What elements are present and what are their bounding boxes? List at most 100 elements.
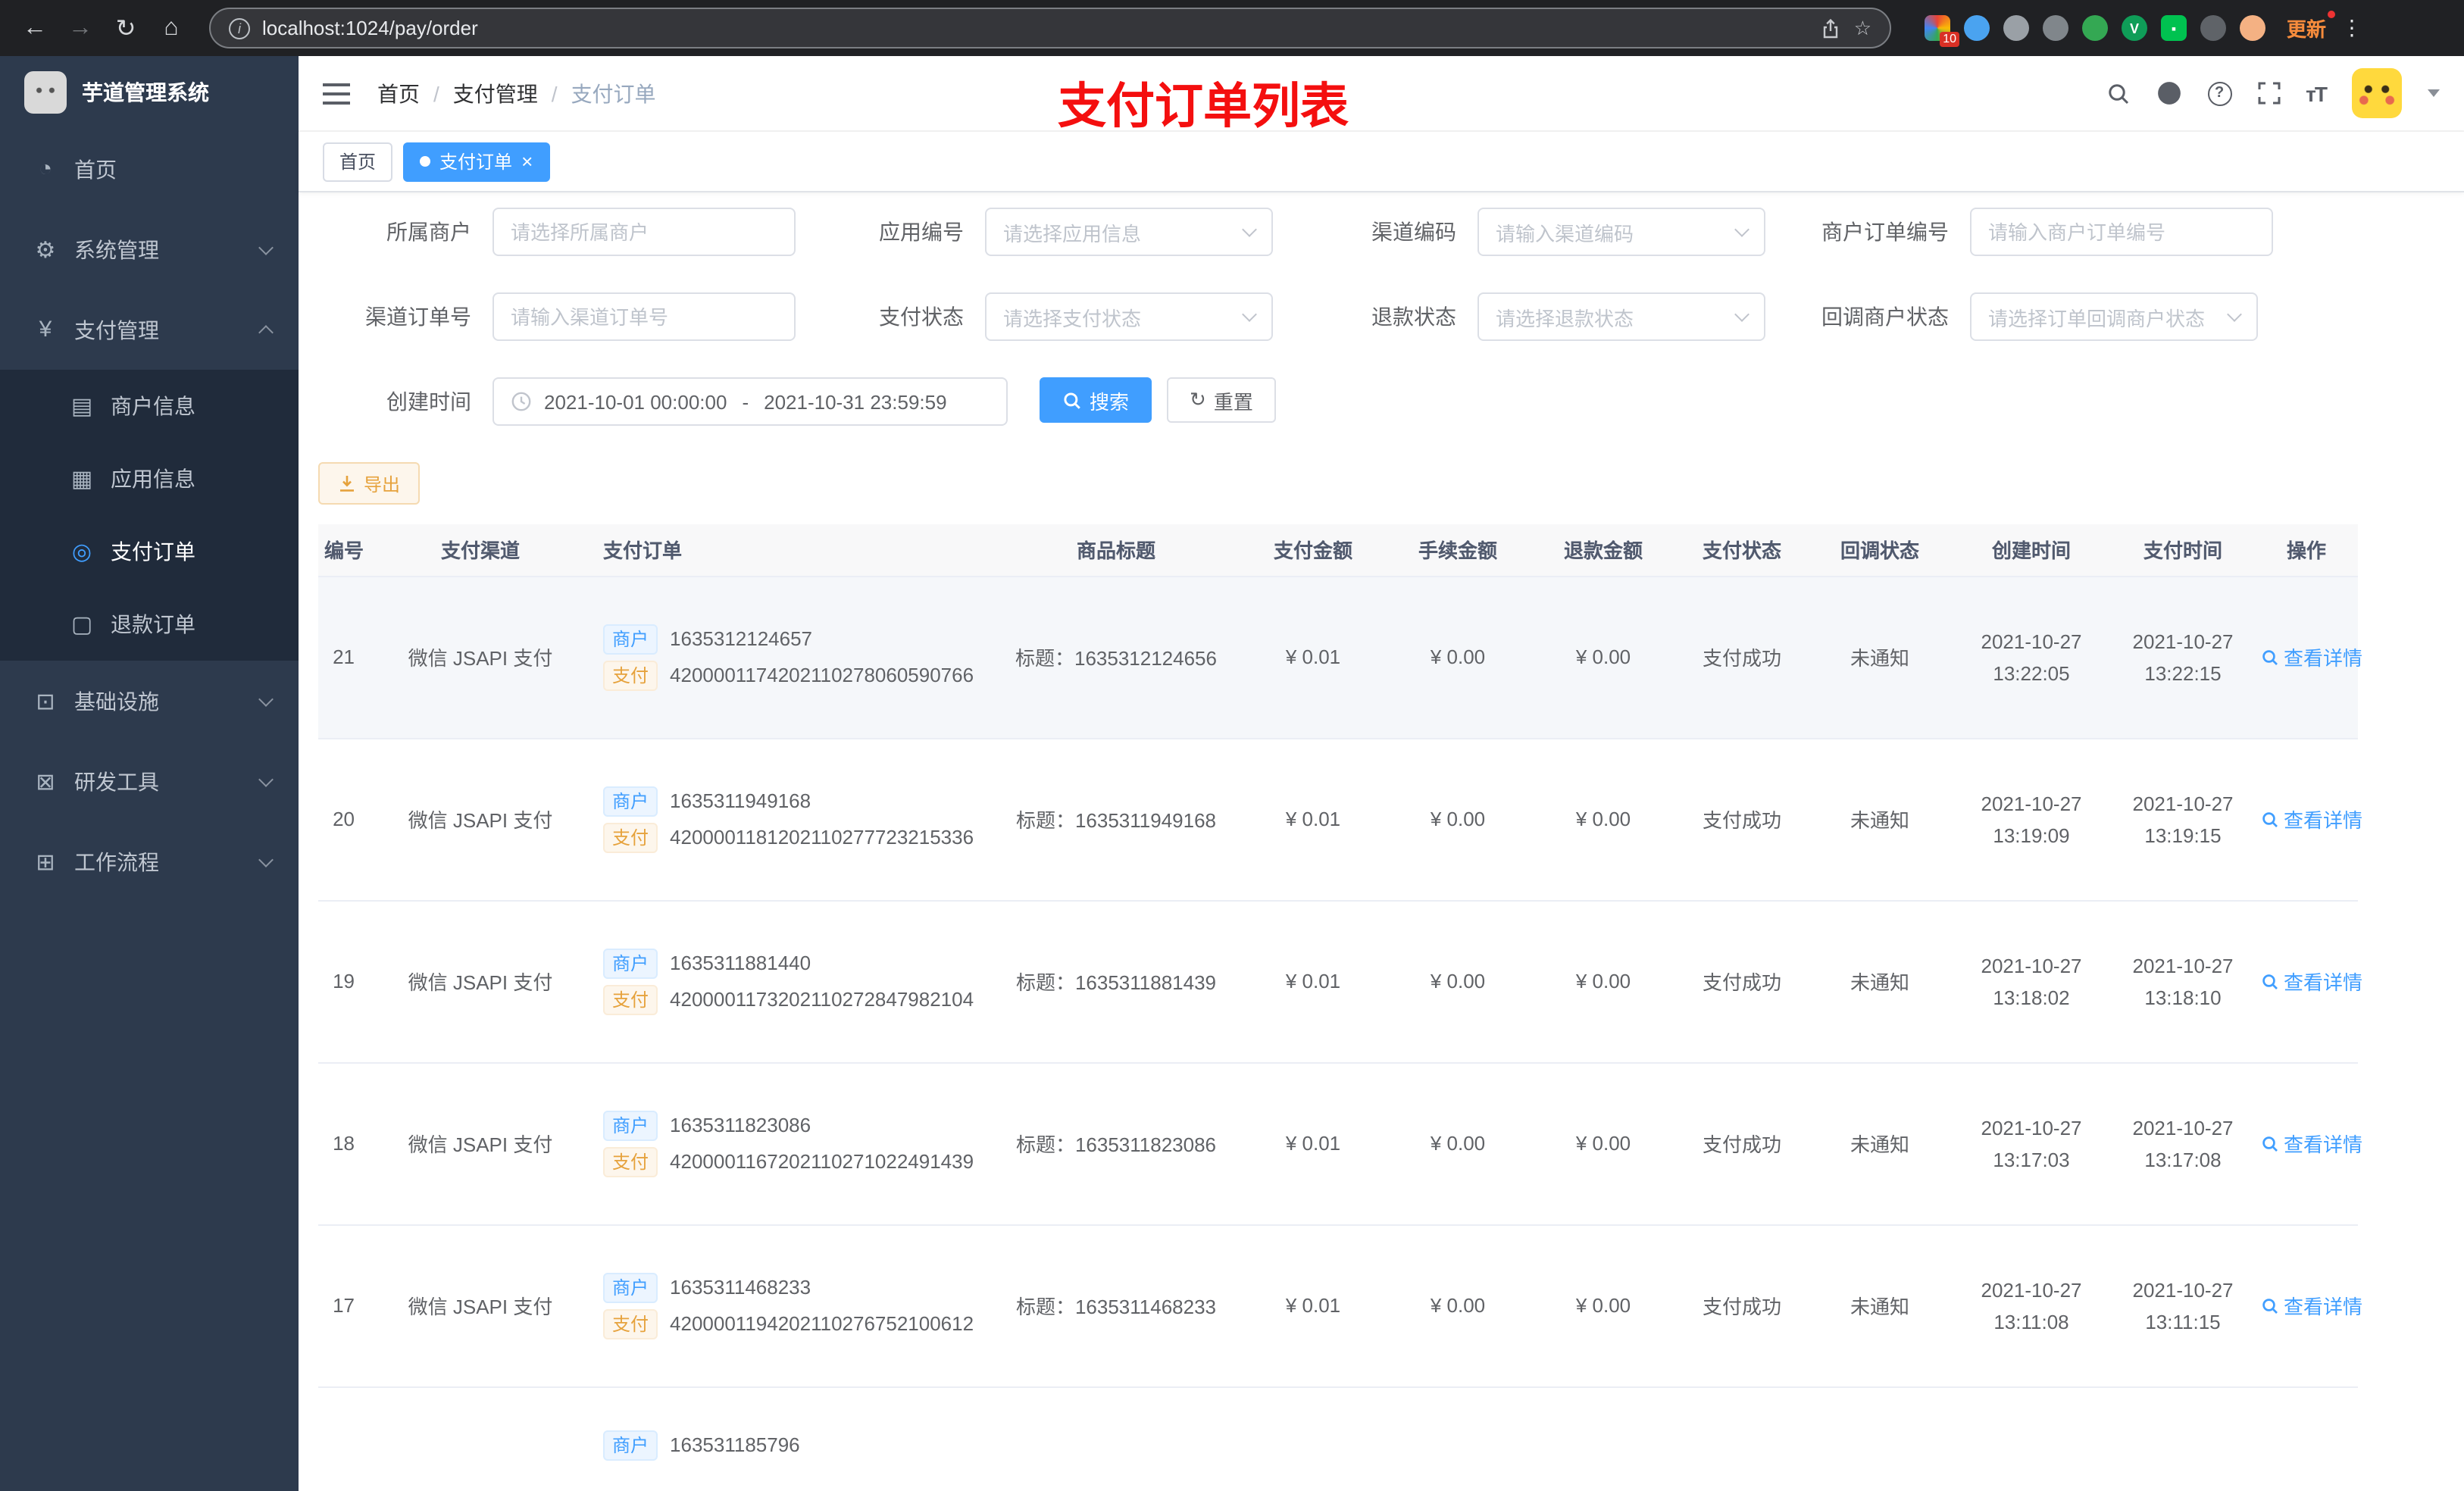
- browser-update-button[interactable]: 更新: [2287, 11, 2336, 42]
- cell-title: 标题：1635311881439: [991, 900, 1241, 1063]
- browser-menu-icon[interactable]: ⋮: [2332, 15, 2372, 41]
- cell-order: 商户 1635311823086 支付 4200001167202110271022…: [594, 1062, 991, 1225]
- view-detail-link[interactable]: 查看详情: [2261, 642, 2362, 671]
- extension-gray2-icon[interactable]: [2043, 15, 2068, 41]
- cell-fee: ¥ 0.00: [1385, 738, 1531, 901]
- sidebar-item-dev-tools[interactable]: ⊠ 研发工具: [0, 741, 299, 821]
- extension-face-icon[interactable]: [2240, 15, 2265, 41]
- view-detail-link[interactable]: 查看详情: [2261, 1291, 2362, 1320]
- merchant-tag: 商户: [603, 1430, 658, 1460]
- sidebar-item-merchant-info[interactable]: ▤ 商户信息: [0, 370, 299, 442]
- sidebar-item-pay-order[interactable]: ◎ 支付订单: [0, 515, 299, 588]
- table-row: 18 微信 JSAPI 支付 商户 1635311823086 支付 4200001…: [318, 1062, 2362, 1225]
- notify-status-select[interactable]: 请选择订单回调商户状态: [1970, 292, 2258, 341]
- browser-home-button[interactable]: ⌂: [152, 8, 191, 48]
- cell-created: 2021-10-27 13:11:08: [1952, 1224, 2111, 1387]
- date-start-value[interactable]: 2021-10-01 00:00:00: [544, 390, 727, 413]
- extension-colorful-icon[interactable]: 10: [1925, 15, 1959, 47]
- created-time-range-picker[interactable]: 2021-10-01 00:00:00 - 2021-10-31 23:59:5…: [492, 377, 1008, 426]
- cell-title: 标题：1635311468233: [991, 1224, 1241, 1387]
- cell-order: 商户 1635311949168 支付 4200001181202110277723…: [594, 738, 991, 901]
- view-detail-link[interactable]: 查看详情: [2261, 1129, 2362, 1158]
- top-navbar: 首页 / 支付管理 / 支付订单 ? тT: [299, 56, 2464, 132]
- sidebar-item-home[interactable]: ◔ 首页: [0, 129, 299, 209]
- view-detail-link[interactable]: 查看详情: [2261, 967, 2362, 996]
- chevron-down-icon: [2227, 307, 2242, 322]
- cell-order: 商户 1635311881440 支付 4200001173202110272847…: [594, 900, 991, 1063]
- view-detail-link[interactable]: 查看详情: [2261, 805, 2362, 833]
- sidebar-item-system[interactable]: ⚙ 系统管理: [0, 209, 299, 289]
- breadcrumb: 首页 / 支付管理 / 支付订单: [377, 78, 656, 108]
- export-button[interactable]: 导出: [318, 462, 421, 505]
- sidebar-fold-icon[interactable]: [323, 83, 350, 104]
- sidebar-item-app-info[interactable]: ▦ 应用信息: [0, 442, 299, 515]
- date-end-value[interactable]: 2021-10-31 23:59:59: [764, 390, 946, 413]
- cell-channel: 微信 JSAPI 支付: [367, 576, 594, 739]
- address-bar[interactable]: i localhost:1024/pay/order ☆: [209, 8, 1891, 48]
- cell-fee: ¥ 0.00: [1385, 1062, 1531, 1225]
- merchant-input[interactable]: [492, 208, 796, 256]
- extension-puzzle-icon[interactable]: [2200, 15, 2226, 41]
- app-no-select[interactable]: 请选择应用信息: [985, 208, 1273, 256]
- cell-id: 18: [318, 1062, 367, 1225]
- browser-reload-button[interactable]: ↻: [106, 8, 145, 48]
- user-avatar[interactable]: [2352, 68, 2402, 118]
- cell-refund: ¥ 0.00: [1531, 900, 1676, 1063]
- merchant-order-no-input[interactable]: [1970, 208, 2273, 256]
- avatar-caret-down-icon[interactable]: [2428, 89, 2440, 97]
- github-icon[interactable]: [2156, 80, 2181, 106]
- channel-code-select[interactable]: 请输入渠道编码: [1477, 208, 1765, 256]
- sidebar-item-refund-order[interactable]: ▢ 退款订单: [0, 588, 299, 661]
- refund-status-select[interactable]: 请选择退款状态: [1477, 292, 1765, 341]
- extension-blue-icon[interactable]: [1964, 15, 1990, 41]
- extension-green-icon[interactable]: [2082, 15, 2108, 41]
- extensions-row: 10 V ▪: [1925, 15, 2265, 47]
- toolbox-icon: ⊠: [36, 769, 55, 795]
- help-icon[interactable]: ?: [2207, 81, 2232, 105]
- search-button[interactable]: 搜索: [1040, 377, 1152, 423]
- extension-v-icon[interactable]: V: [2122, 15, 2147, 41]
- channel-order-no-input[interactable]: [492, 292, 796, 341]
- cell-notify: 未通知: [1808, 576, 1952, 739]
- table-header-row: 编号 支付渠道 支付订单 商品标题 支付金额 手续金额 退款金额 支付状态 回调…: [318, 524, 2358, 577]
- merchant-tag: 商户: [603, 1110, 658, 1140]
- extension-chat-icon[interactable]: ▪: [2161, 15, 2187, 41]
- browser-back-button[interactable]: ←: [15, 8, 55, 48]
- logo[interactable]: 芋道管理系统: [0, 56, 299, 129]
- cell-amount: ¥ 0.01: [1241, 576, 1385, 739]
- cell-id: 21: [318, 576, 367, 739]
- fullscreen-icon[interactable]: [2257, 82, 2280, 105]
- site-info-icon[interactable]: i: [229, 17, 250, 39]
- cell-created: 2021-10-27 13:19:09: [1952, 738, 2111, 901]
- breadcrumb-payment[interactable]: 支付管理: [453, 78, 538, 108]
- merchant-tag: 商户: [603, 786, 658, 816]
- tab-close-icon[interactable]: ×: [521, 152, 533, 171]
- cell-action: 查看详情: [2255, 738, 2362, 901]
- sidebar-item-workflow[interactable]: ⊞ 工作流程: [0, 821, 299, 902]
- extension-gray-icon[interactable]: [2003, 15, 2029, 41]
- tab-pay-order[interactable]: 支付订单 ×: [403, 142, 550, 181]
- reset-button[interactable]: ↻ 重置: [1167, 377, 1276, 423]
- cell-paid: 2021-10-27 13:11:15: [2111, 1224, 2255, 1387]
- cell-notify: 未通知: [1808, 738, 1952, 901]
- tab-home[interactable]: 首页: [323, 142, 393, 181]
- bookmark-star-icon[interactable]: ☆: [1854, 16, 1871, 40]
- font-size-icon[interactable]: тT: [2306, 81, 2328, 105]
- cell-order: 商户 1635312124657 支付 4200001174202110278060…: [594, 576, 991, 739]
- filter-label-notify-status: 回调商户状态: [1821, 305, 1949, 329]
- breadcrumb-home[interactable]: 首页: [377, 78, 420, 108]
- share-icon[interactable]: [1821, 17, 1842, 39]
- chevron-down-icon: [1734, 307, 1750, 322]
- sidebar-item-payment[interactable]: ¥ 支付管理: [0, 289, 299, 370]
- browser-forward-button[interactable]: →: [61, 8, 100, 48]
- sidebar-item-infrastructure[interactable]: ⊡ 基础设施: [0, 661, 299, 741]
- orders-table: 编号 支付渠道 支付订单 商品标题 支付金额 手续金额 退款金额 支付状态 回调…: [318, 524, 2362, 1491]
- sidebar: 芋道管理系统 ◔ 首页 ⚙ 系统管理 ¥ 支付管理 ▤ 商户信息 ▦ 应用信息 …: [0, 56, 299, 1491]
- cell-id: 20: [318, 738, 367, 901]
- dashboard-icon: ◔: [38, 156, 53, 182]
- search-icon[interactable]: [2106, 81, 2130, 105]
- merchant-tag: 商户: [603, 624, 658, 654]
- chevron-down-icon: [258, 771, 274, 786]
- pay-status-select[interactable]: 请选择支付状态: [985, 292, 1273, 341]
- chevron-down-icon: [258, 239, 274, 255]
